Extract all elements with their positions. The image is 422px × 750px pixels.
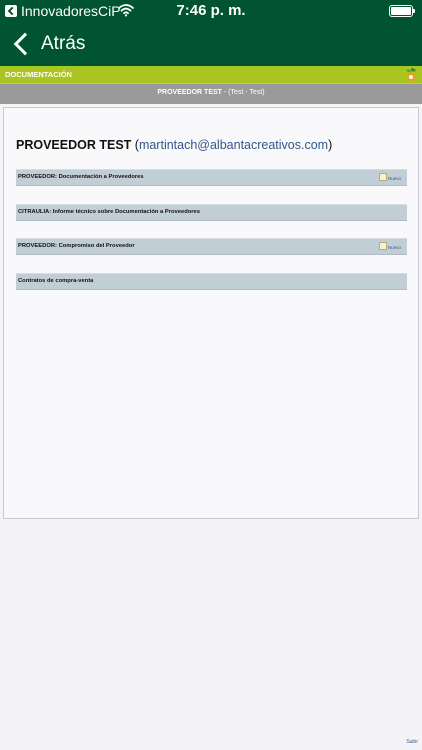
document-label: PROVEEDOR: Compromiso del Proveedor	[18, 243, 135, 249]
new-document-icon	[378, 173, 387, 181]
status-bar: InnovadoresCiP 7:46 p. m.	[0, 0, 422, 22]
document-row[interactable]: PROVEEDOR: Documentación a Proveedores N…	[16, 169, 407, 186]
section-bar: DOCUMENTACIÓN	[0, 66, 422, 83]
document-label: CITRAULIA: Informe técnico sobre Documen…	[18, 209, 200, 215]
user-title: PROVEEDOR TEST (martintach@albantacreati…	[16, 138, 332, 152]
chevron-left-icon	[13, 32, 37, 56]
email-close-paren: )	[328, 138, 333, 152]
scroll-top-link[interactable]: Subir	[406, 739, 418, 745]
status-time: 7:46 p. m.	[176, 2, 246, 19]
new-badge-label: Nuevo	[387, 176, 401, 181]
email-open-paren: (	[131, 138, 139, 152]
user-email-link[interactable]: martintach@albantacreativos.com	[139, 138, 328, 152]
new-badge: Nuevo	[378, 242, 401, 250]
provider-detail: - (Test - Test)	[221, 89, 265, 96]
back-button[interactable]: Atrás	[10, 30, 85, 58]
document-label: Contratos de compra-venta	[18, 278, 94, 284]
new-badge-label: Nuevo	[387, 245, 401, 250]
document-label: PROVEEDOR: Documentación a Proveedores	[18, 174, 144, 180]
document-row[interactable]: CITRAULIA: Informe técnico sobre Documen…	[16, 204, 407, 221]
document-row[interactable]: Contratos de compra-venta	[16, 273, 407, 290]
leaf-logo-icon	[406, 68, 416, 81]
app-header: InnovadoresCiP 7:46 p. m. Atrás	[0, 0, 422, 66]
back-label: Atrás	[41, 33, 86, 54]
provider-name: PROVEEDOR TEST	[157, 89, 222, 96]
provider-bar: PROVEEDOR TEST - (Test - Test)	[0, 83, 422, 104]
document-row[interactable]: PROVEEDOR: Compromiso del Proveedor Nuev…	[16, 238, 407, 255]
user-name: PROVEEDOR TEST	[16, 138, 132, 152]
battery-icon	[389, 5, 415, 17]
documents-panel: PROVEEDOR TEST (martintach@albantacreati…	[3, 107, 419, 519]
new-badge: Nuevo	[378, 173, 401, 181]
new-document-icon	[378, 242, 387, 250]
section-title: DOCUMENTACIÓN	[5, 70, 72, 79]
